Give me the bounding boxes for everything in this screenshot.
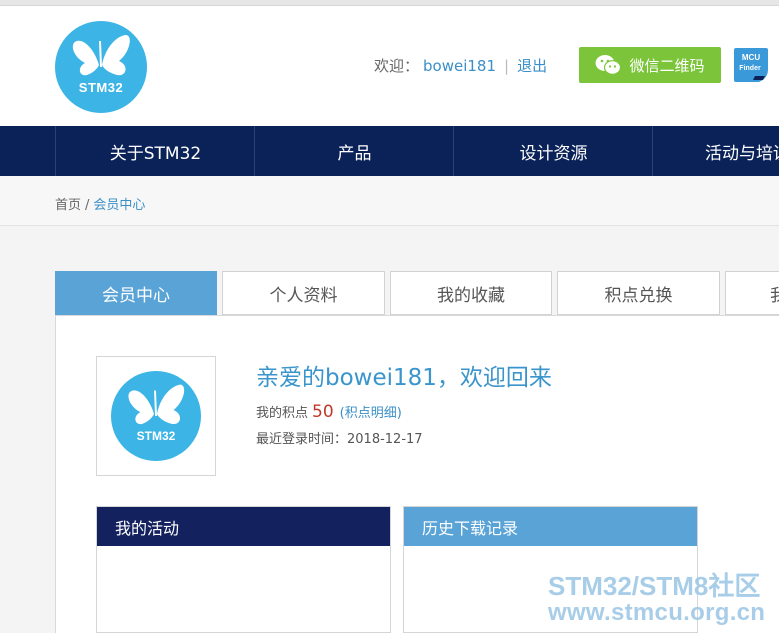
breadcrumb: 首页 / 会员中心 bbox=[55, 194, 145, 213]
paren-close: ) bbox=[396, 406, 402, 421]
wechat-icon bbox=[595, 55, 622, 75]
logout-link[interactable]: 退出 bbox=[517, 57, 547, 75]
nav-item-products[interactable]: 产品 bbox=[254, 126, 454, 176]
separator: | bbox=[504, 57, 510, 75]
butterfly-icon bbox=[128, 384, 185, 425]
username-link[interactable]: bowei181 bbox=[423, 57, 496, 75]
points-value: 50 bbox=[312, 402, 334, 422]
tab-profile[interactable]: 个人资料 bbox=[222, 271, 385, 315]
points-label: 我的积点 bbox=[256, 406, 309, 421]
nav-item-design-resources[interactable]: 设计资源 bbox=[453, 126, 653, 176]
my-activities-box: 我的活动 bbox=[96, 506, 391, 633]
tab-more[interactable]: 我的 bbox=[725, 271, 779, 315]
main-nav: 关于STM32 产品 设计资源 活动与培训 bbox=[0, 126, 779, 176]
download-history-title: 历史下载记录 bbox=[404, 507, 697, 546]
mcu-finder-line2: Finder bbox=[739, 65, 761, 72]
wechat-qrcode-button[interactable]: 微信二维码 bbox=[579, 47, 721, 83]
breadcrumb-slash: / bbox=[85, 198, 90, 213]
welcome-back-heading: 亲爱的bowei181，欢迎回来 bbox=[256, 365, 552, 391]
avatar: STM32 bbox=[96, 356, 216, 476]
welcome-area: 欢迎： bowei181 | 退出 bbox=[374, 55, 547, 76]
avatar-text: STM32 bbox=[136, 429, 176, 443]
site-header: STM32 欢迎： bowei181 | 退出 微信二维码 MCU Finder bbox=[0, 6, 779, 126]
breadcrumb-home[interactable]: 首页 bbox=[55, 198, 81, 213]
mcu-finder-icon[interactable]: MCU Finder bbox=[731, 46, 771, 86]
butterfly-icon bbox=[72, 34, 130, 76]
avatar-logo: STM32 bbox=[111, 371, 201, 461]
watermark-line1: STM32/STM8社区 bbox=[548, 571, 761, 601]
nav-item-about-stm32[interactable]: 关于STM32 bbox=[55, 126, 255, 176]
logo-text: STM32 bbox=[78, 80, 124, 95]
points-line: 我的积点 50 (积点明细) bbox=[256, 402, 402, 422]
wechat-label: 微信二维码 bbox=[629, 56, 705, 75]
breadcrumb-current[interactable]: 会员中心 bbox=[93, 198, 145, 213]
watermark-line2: www.stmcu.org.cn bbox=[548, 599, 766, 626]
my-activities-title: 我的活动 bbox=[97, 507, 390, 546]
breadcrumb-bar: 首页 / 会员中心 bbox=[0, 176, 779, 226]
tab-favorites[interactable]: 我的收藏 bbox=[390, 271, 552, 315]
welcome-label: 欢迎： bbox=[374, 57, 420, 75]
tab-points-exchange[interactable]: 积点兑换 bbox=[557, 271, 720, 315]
nav-item-events[interactable]: 活动与培训 bbox=[652, 126, 779, 176]
points-detail-link[interactable]: 积点明细 bbox=[345, 406, 397, 421]
stm32-logo[interactable]: STM32 bbox=[55, 21, 147, 113]
tab-member-center[interactable]: 会员中心 bbox=[55, 271, 217, 315]
mcu-finder-line1: MCU bbox=[742, 53, 760, 62]
site-watermark: STM32/STM8社区 www.stmcu.org.cn bbox=[548, 572, 765, 626]
last-login-time: 最近登录时间：2018-12-17 bbox=[256, 432, 423, 447]
